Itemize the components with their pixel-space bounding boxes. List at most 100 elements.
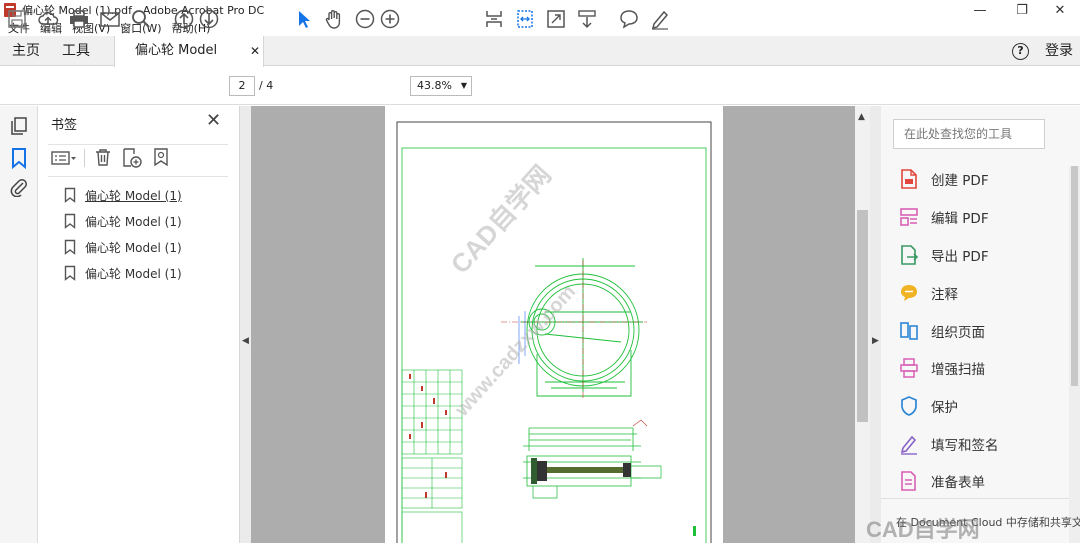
prepare-form-icon	[901, 471, 916, 491]
collapse-right-arrow-icon: ▶	[872, 336, 879, 346]
bookmark-icon	[64, 265, 76, 281]
bookmark-label: 偏心轮 Model (1)	[85, 240, 182, 255]
tool-search-input[interactable]: 在此处查找您的工具	[893, 119, 1045, 149]
tool-label: 保护	[931, 400, 958, 416]
attachment-paperclip-icon[interactable]	[9, 177, 29, 197]
tab-document[interactable]: 偏心轮 Model (1).p... ✕	[114, 36, 264, 88]
left-nav-rail	[0, 106, 38, 543]
bookmark-label: 偏心轮 Model (1)	[85, 266, 182, 281]
divider	[84, 149, 85, 167]
bookmark-item[interactable]: 偏心轮 Model (1)	[64, 185, 182, 205]
bookmarks-panel: 书签 ✕ 偏心轮 Model (1) 偏心轮 Model (1) 偏心轮 Mod…	[38, 106, 240, 543]
bookmark-icon	[64, 239, 76, 255]
new-bookmark-icon[interactable]	[121, 147, 143, 169]
bookmark-item[interactable]: 偏心轮 Model (1)	[64, 263, 182, 283]
tool-edit-pdf[interactable]: 编辑 PDF	[899, 204, 989, 230]
enhance-scan-icon	[900, 358, 918, 378]
page-number-input[interactable]: 2	[229, 76, 255, 96]
tool-prepare-form[interactable]: 准备表单	[899, 468, 985, 494]
divider	[881, 498, 1080, 499]
bookmark-label: 偏心轮 Model (1)	[85, 214, 182, 229]
tab-home[interactable]: 主页	[12, 36, 40, 66]
select-cursor-icon[interactable]	[293, 8, 315, 30]
document-view[interactable]: CAD自学网 www.cadzxw.com	[251, 106, 855, 543]
tool-enhance-scan[interactable]: 增强扫描	[899, 355, 985, 381]
scrollbar-thumb[interactable]	[1071, 166, 1078, 386]
zoom-out-icon[interactable]	[354, 8, 376, 30]
export-pdf-icon	[901, 245, 919, 265]
tab-tools[interactable]: 工具	[62, 36, 90, 66]
login-button[interactable]: 登录	[1045, 36, 1073, 66]
tool-comment[interactable]: 注释	[899, 280, 958, 306]
close-button[interactable]: ✕	[1040, 0, 1080, 20]
delete-bookmark-icon[interactable]	[93, 147, 113, 167]
tool-label: 创建 PDF	[931, 173, 989, 189]
next-page-icon[interactable]	[198, 8, 220, 30]
upload-cloud-icon[interactable]	[37, 8, 59, 30]
bookmark-item[interactable]: 偏心轮 Model (1)	[64, 211, 182, 231]
tool-fill-sign[interactable]: 填写和签名	[899, 431, 999, 457]
tool-label: 准备表单	[931, 475, 985, 491]
organize-pages-icon	[900, 322, 918, 340]
divider	[48, 144, 228, 145]
document-scrollbar[interactable]: ▲	[855, 106, 870, 543]
bookmarks-panel-title: 书签	[51, 118, 78, 133]
previous-page-icon[interactable]	[173, 8, 195, 30]
collapse-left-arrow-icon: ◀	[242, 336, 249, 346]
zoom-level-value: 43.8%	[417, 79, 452, 92]
protect-icon	[901, 396, 917, 416]
right-panel-collapse-handle[interactable]: ▶	[870, 106, 881, 543]
save-icon[interactable]	[6, 8, 28, 30]
tool-label: 导出 PDF	[931, 249, 989, 265]
bookmarks-icon[interactable]	[9, 147, 29, 169]
tools-panel-scrollbar[interactable]	[1069, 166, 1080, 543]
minimize-button[interactable]: —	[960, 0, 1000, 20]
search-icon[interactable]	[130, 8, 152, 30]
edit-pdf-icon	[900, 208, 918, 226]
bookmark-label: 偏心轮 Model (1)	[85, 188, 182, 203]
tab-close-icon[interactable]: ✕	[250, 36, 260, 66]
chevron-down-icon: ▼	[460, 81, 467, 90]
scroll-up-arrow-icon[interactable]: ▲	[858, 112, 865, 122]
fill-sign-icon	[900, 435, 917, 455]
menu-bar: 文件 编辑 视图(V) 窗口(W) 帮助(H)	[0, 20, 1080, 36]
email-icon[interactable]	[99, 8, 121, 30]
print-icon[interactable]	[68, 8, 90, 30]
help-icon[interactable]: ?	[1012, 43, 1029, 60]
tool-create-pdf[interactable]: 创建 PDF	[899, 166, 989, 192]
fit-width-icon[interactable]	[514, 8, 536, 30]
bookmark-options-icon[interactable]	[51, 149, 77, 167]
sign-pen-icon[interactable]	[649, 8, 671, 30]
bookmark-icon	[64, 213, 76, 229]
zoom-level-select[interactable]: 43.8% ▼	[410, 76, 472, 96]
scroll-mode-icon[interactable]	[576, 8, 598, 30]
page-thumbnails-icon[interactable]	[9, 116, 29, 136]
fit-page-icon[interactable]	[483, 8, 505, 30]
comment-icon	[901, 285, 917, 301]
bookmarks-close-icon[interactable]: ✕	[206, 110, 221, 131]
tool-organize-pages[interactable]: 组织页面	[899, 318, 985, 344]
left-panel-collapse-handle[interactable]: ◀	[240, 106, 251, 543]
page-total: / 4	[259, 79, 274, 92]
title-bar: 偏心轮 Model (1).pdf - Adobe Acrobat Pro DC	[0, 0, 1080, 20]
tool-label: 增强扫描	[931, 362, 985, 378]
tool-label: 组织页面	[931, 325, 985, 341]
hand-tool-icon[interactable]	[323, 8, 345, 30]
scrollbar-thumb[interactable]	[857, 210, 868, 422]
tool-label: 注释	[931, 287, 958, 303]
maximize-button[interactable]: ❐	[1002, 0, 1042, 20]
tool-protect[interactable]: 保护	[899, 393, 958, 419]
bookmark-icon	[64, 187, 76, 203]
tool-label: 填写和签名	[931, 438, 999, 454]
zoom-in-icon[interactable]	[379, 8, 401, 30]
tool-export-pdf[interactable]: 导出 PDF	[899, 242, 989, 268]
toolbar	[0, 67, 1080, 105]
tools-panel: 在此处查找您的工具 创建 PDF 编辑 PDF 导出 PDF 注释 组织页面 增…	[881, 106, 1080, 543]
find-bookmark-icon[interactable]	[151, 147, 173, 169]
divider	[48, 176, 228, 177]
full-screen-icon[interactable]	[545, 8, 567, 30]
bookmark-item[interactable]: 偏心轮 Model (1)	[64, 237, 182, 257]
comment-icon[interactable]	[618, 8, 640, 30]
tool-label: 编辑 PDF	[931, 211, 989, 227]
tab-bar: 主页 工具 偏心轮 Model (1).p... ✕ ? 登录	[0, 36, 1080, 88]
